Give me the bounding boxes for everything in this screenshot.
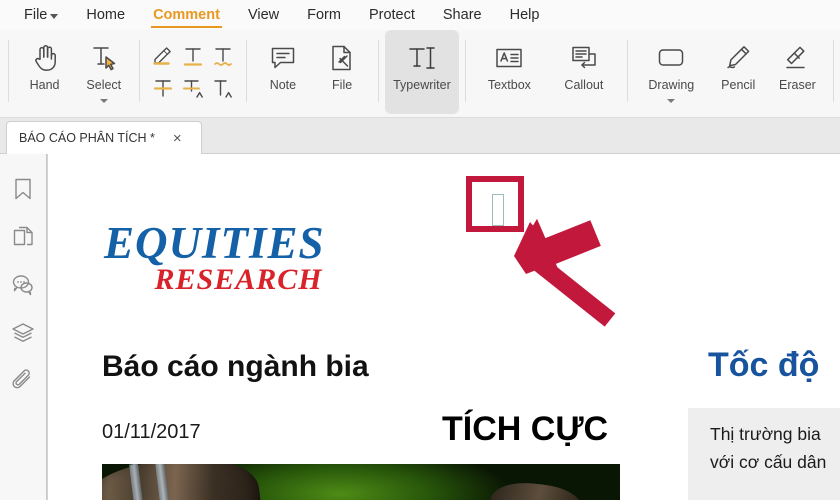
ribbon-toolbar: Hand Select Note File Typewriter Textbox… <box>0 30 840 137</box>
chevron-down-icon[interactable] <box>667 99 676 103</box>
text-cursor-icon <box>492 194 504 226</box>
equities-research-logo: EQUITIES RESEARCH <box>104 220 325 295</box>
attachment-paperclip-icon[interactable] <box>10 368 36 394</box>
document-rating: TÍCH CỰC <box>442 410 609 448</box>
document-date: 01/11/2017 <box>102 421 201 443</box>
hand-icon <box>31 38 59 78</box>
select-tool-label: Select <box>86 78 122 92</box>
menu-item-view[interactable]: View <box>248 0 279 30</box>
menu-item-file[interactable]: File <box>24 0 59 30</box>
typewriter-tool-button[interactable]: Typewriter <box>384 30 460 114</box>
ribbon-divider <box>833 40 834 102</box>
menu-item-home[interactable]: Home <box>86 0 125 30</box>
menu-item-file-label: File <box>24 7 48 23</box>
document-tab-label: BÁO CÁO PHÂN TÍCH * <box>19 131 155 145</box>
replace-text-icon[interactable] <box>179 74 207 102</box>
ribbon-divider <box>246 40 248 102</box>
highlight-icon[interactable] <box>149 42 177 70</box>
pencil-tool-label: Pencil <box>721 78 756 92</box>
note-bubble-icon <box>269 38 297 78</box>
menu-bar: File Home Comment View Form Protect Shar… <box>0 0 840 30</box>
ribbon-divider <box>139 40 141 102</box>
textbox-icon <box>494 38 524 78</box>
squiggly-underline-icon[interactable] <box>209 42 237 70</box>
close-icon[interactable]: × <box>173 131 182 146</box>
document-heading: Báo cáo ngành bia <box>102 350 369 383</box>
menu-item-help[interactable]: Help <box>510 0 540 30</box>
callout-tool-label: Callout <box>564 78 604 92</box>
drawing-tool-button[interactable]: Drawing <box>634 30 709 114</box>
left-sidebar <box>0 154 47 500</box>
select-cursor-icon <box>89 38 119 78</box>
pencil-tool-button[interactable]: Pencil <box>709 30 768 114</box>
note-tool-button[interactable]: Note <box>253 30 312 114</box>
textbox-tool-label: Textbox <box>487 78 531 92</box>
logo-line-research: RESEARCH <box>154 263 323 296</box>
underline-icon[interactable] <box>179 42 207 70</box>
ribbon-divider <box>8 40 9 102</box>
eraser-tool-label: Eraser <box>779 78 816 92</box>
typewriter-tool-label: Typewriter <box>393 78 451 92</box>
menu-item-share[interactable]: Share <box>443 0 482 30</box>
pdf-page: EQUITIES RESEARCH Báo cáo ngành bia 01/1… <box>48 154 840 500</box>
logo-line-equities: EQUITIES <box>104 218 325 268</box>
bookmark-icon[interactable] <box>10 176 36 202</box>
typewriter-icon <box>405 38 439 78</box>
menu-item-comment[interactable]: Comment <box>151 0 222 30</box>
chevron-down-icon[interactable] <box>99 99 108 103</box>
chevron-down-icon <box>50 13 59 19</box>
pointer-arrow-icon <box>514 218 616 327</box>
strikethrough-icon[interactable] <box>149 74 177 102</box>
barrel-shape-secondary <box>487 479 585 500</box>
ribbon-divider <box>377 40 379 102</box>
comments-icon[interactable] <box>10 272 36 298</box>
insert-text-icon[interactable] <box>209 74 237 102</box>
document-viewport[interactable]: EQUITIES RESEARCH Báo cáo ngành bia 01/1… <box>48 154 840 500</box>
callout-icon <box>569 38 599 78</box>
menu-item-form[interactable]: Form <box>307 0 341 30</box>
pdf-editor-window: File Home Comment View Form Protect Shar… <box>0 0 840 500</box>
document-tab-bar: BÁO CÁO PHÂN TÍCH * × <box>0 118 840 154</box>
file-attach-icon <box>329 38 355 78</box>
file-attach-tool-button[interactable]: File <box>313 30 372 114</box>
hand-tool-label: Hand <box>29 78 60 92</box>
eraser-icon <box>783 38 811 78</box>
right-column-heading: Tốc độ <box>708 346 820 384</box>
file-tool-label: File <box>332 78 353 92</box>
right-paragraph-line-2: với cơ cấu dân <box>710 452 827 472</box>
ribbon-divider <box>465 40 467 102</box>
drawing-tool-label: Drawing <box>648 78 695 92</box>
hand-tool-button[interactable]: Hand <box>15 30 74 114</box>
document-tab[interactable]: BÁO CÁO PHÂN TÍCH * × <box>6 121 202 154</box>
barrel-shape <box>102 464 265 500</box>
hero-image-beer-barrel <box>102 464 620 500</box>
ribbon-divider <box>627 40 629 102</box>
text-markup-group <box>148 30 238 104</box>
pencil-icon <box>724 38 752 78</box>
callout-tool-button[interactable]: Callout <box>547 30 622 114</box>
right-column-callout: Thị trường bia với cơ cấu dân <box>688 408 840 500</box>
textbox-tool-button[interactable]: Textbox <box>472 30 547 114</box>
note-tool-label: Note <box>269 78 297 92</box>
layers-icon[interactable] <box>10 320 36 346</box>
rounded-rect-icon <box>656 38 686 78</box>
pages-thumbnail-icon[interactable] <box>10 224 36 250</box>
select-tool-button[interactable]: Select <box>74 30 133 114</box>
right-paragraph-line-1: Thị trường bia <box>710 424 821 444</box>
eraser-tool-button[interactable]: Eraser <box>768 30 827 114</box>
menu-item-protect[interactable]: Protect <box>369 0 415 30</box>
